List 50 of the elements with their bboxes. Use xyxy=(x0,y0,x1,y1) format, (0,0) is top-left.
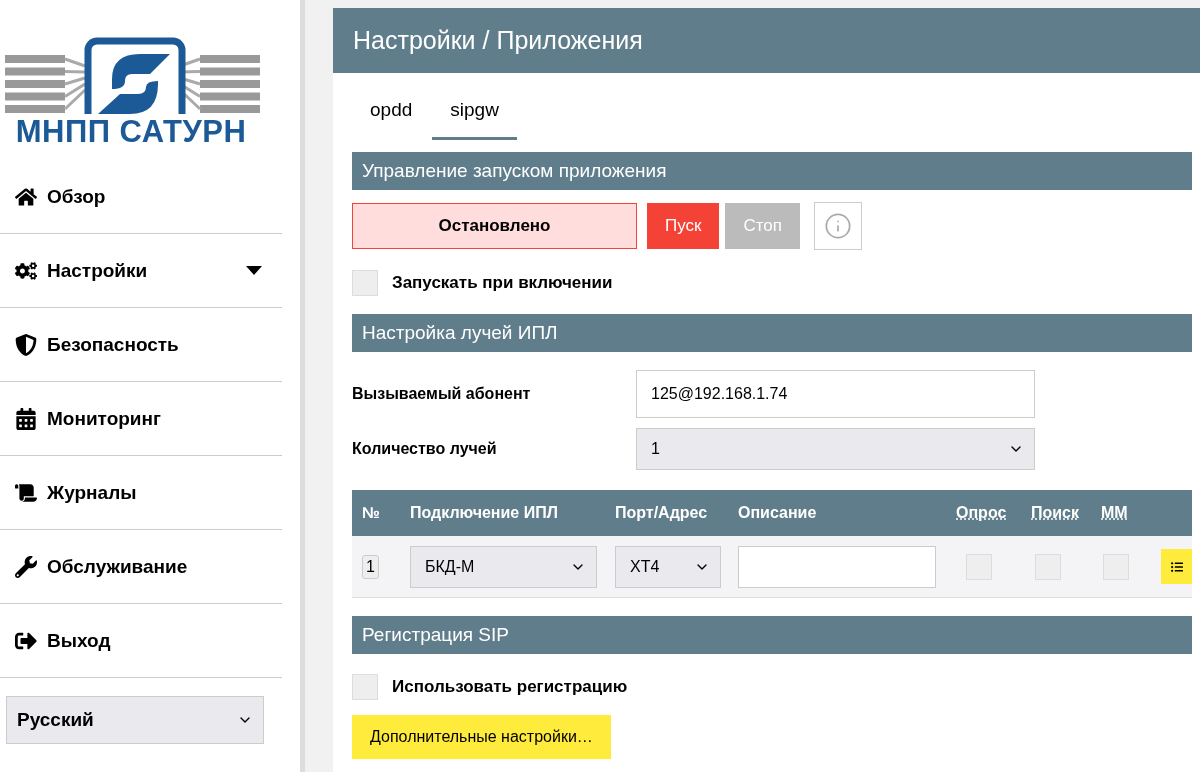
select-field[interactable]: БКД-М xyxy=(410,545,597,588)
input-field[interactable]: 125@192.168.1.74 xyxy=(636,370,1035,418)
logo-text: МНПП САТУРН xyxy=(15,114,247,150)
column-header: ММ xyxy=(1101,504,1129,522)
scroll-icon xyxy=(15,481,37,504)
column-header: № xyxy=(362,504,381,522)
column-header: Порт/Адрес xyxy=(615,504,709,522)
home-icon xyxy=(15,185,37,208)
calendar-icon xyxy=(15,407,37,430)
sidebar-item[interactable]: Обслуживание xyxy=(0,530,282,604)
checkbox-label: Запускать при включении xyxy=(392,273,613,293)
sidebar-item[interactable]: Настройки xyxy=(0,234,282,308)
gears-icon xyxy=(15,259,37,282)
checkbox[interactable] xyxy=(352,674,378,700)
wrench-icon xyxy=(15,555,37,578)
section-header: Регистрация SIP xyxy=(352,616,1192,654)
select-field[interactable]: XT4 xyxy=(615,545,721,588)
start-button[interactable]: Пуск xyxy=(647,203,720,249)
sidebar-item[interactable]: Выход xyxy=(0,604,282,678)
column-header: Подключение ИПЛ xyxy=(410,504,559,522)
checkbox-label: Использовать регистрацию xyxy=(392,677,628,697)
column-header: Описание xyxy=(738,504,818,522)
more-settings-button[interactable]: Дополнительные настройки… xyxy=(352,715,611,759)
info-icon xyxy=(824,212,852,240)
tab[interactable]: opdd xyxy=(352,91,431,140)
sidebar-item[interactable]: Журналы xyxy=(0,456,282,530)
status-indicator: Остановлено xyxy=(352,203,637,249)
sidebar-item[interactable]: Мониторинг xyxy=(0,382,282,456)
checkbox[interactable] xyxy=(966,553,992,580)
field-label: Вызываемый абонент xyxy=(352,385,532,403)
checkbox[interactable] xyxy=(1103,553,1129,580)
tab[interactable]: sipgw xyxy=(432,91,517,140)
list-button[interactable] xyxy=(1161,549,1192,584)
info-button[interactable] xyxy=(814,202,862,250)
page-title: Настройки / Приложения xyxy=(333,8,1200,73)
row-number: 1 xyxy=(362,554,379,579)
section-header: Управление запуском приложения xyxy=(352,152,1192,190)
input-field[interactable] xyxy=(738,545,936,588)
shield-icon xyxy=(15,333,37,356)
sidebar-item[interactable]: Обзор xyxy=(0,160,282,234)
select-field[interactable]: 1 xyxy=(636,428,1035,470)
column-header: Поиск xyxy=(1031,504,1080,522)
language-select[interactable]: Русский xyxy=(6,696,264,744)
checkbox[interactable] xyxy=(352,270,378,296)
field-label: Количество лучей xyxy=(352,440,498,458)
sidebar-item[interactable]: Безопасность xyxy=(0,308,282,382)
checkbox[interactable] xyxy=(1035,553,1061,580)
section-header: Настройка лучей ИПЛ xyxy=(352,314,1192,352)
list-icon xyxy=(1170,560,1183,573)
column-header: Опрос xyxy=(956,504,1008,522)
